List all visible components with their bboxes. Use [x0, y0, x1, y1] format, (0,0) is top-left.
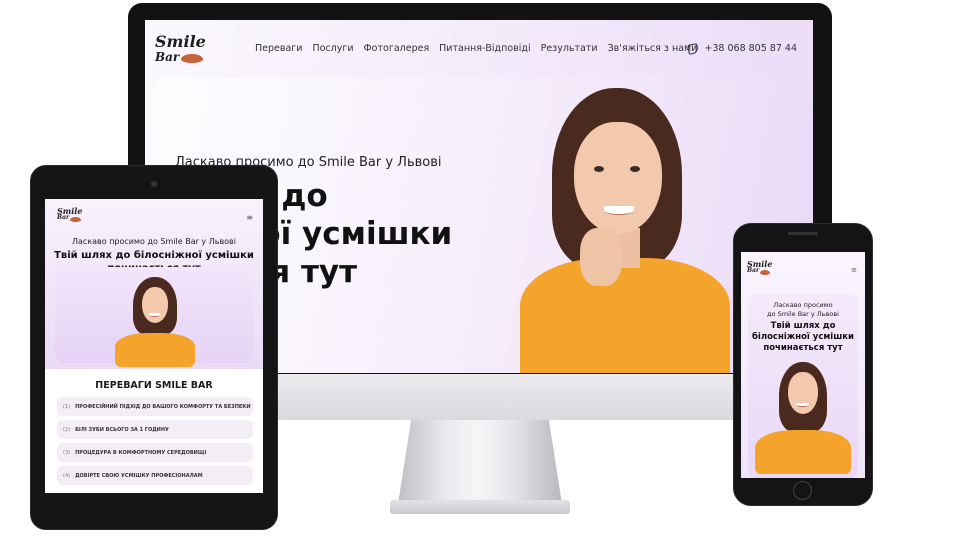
phone-speaker	[788, 232, 818, 235]
hero-title-line: починається тут	[763, 343, 843, 353]
logo-text-line2: Bar	[155, 50, 180, 64]
logo[interactable]: Smile Bar	[155, 34, 217, 70]
item-number: (3)	[63, 449, 71, 456]
mobile-logo[interactable]: Smile Bar	[747, 260, 779, 282]
mobile-hero-title: Твій шлях до білосніжної усмішки починає…	[741, 321, 865, 354]
hero-title-line: Твій шлях до білосніжної усмішки	[54, 250, 254, 261]
item-text: БІЛІ ЗУБИ ВСЬОГО ЗА 1 ГОДИНУ	[75, 426, 169, 433]
hamburger-menu-icon[interactable]: ≡	[246, 213, 253, 222]
tablet-hero-woman-image	[115, 277, 195, 367]
lips-icon	[760, 270, 770, 275]
tablet-screen: Smile Bar ≡ Ласкаво просимо до Smile Bar…	[45, 199, 263, 493]
list-item[interactable]: (4) ДОВІРТЕ СВОЮ УСМІШКУ ПРОФЕСІОНАЛАМ	[57, 466, 253, 485]
welcome-line: Ласкаво просимо	[773, 301, 833, 309]
mobile-hero-woman-image	[755, 362, 851, 474]
nav-item-faq[interactable]: Питання-Відповіді	[439, 43, 530, 54]
phone-icon	[687, 42, 700, 55]
hamburger-menu-icon[interactable]: ≡	[851, 266, 857, 274]
tablet-welcome-text: Ласкаво просимо до Smile Bar у Львові	[71, 237, 236, 246]
list-item[interactable]: (2) БІЛІ ЗУБИ ВСЬОГО ЗА 1 ГОДИНУ	[57, 420, 253, 439]
logo-text-line1: Smile	[155, 32, 206, 51]
hero-title-line: Твій шлях до	[770, 321, 836, 331]
advantages-section-title: ПЕРЕВАГИ SMILE BAR	[95, 380, 213, 391]
nav-item-contact[interactable]: Зв'яжіться з нами	[608, 43, 698, 54]
item-text: ПРОЦЕДУРА В КОМФОРТНОМУ СЕРЕДОВИЩІ	[75, 449, 207, 456]
lips-icon	[70, 217, 81, 222]
phone-home-button	[793, 481, 812, 500]
item-text: ПРОФЕСІЙНИЙ ПІДХІД ДО ВАШОГО КОМФОРТУ ТА…	[75, 403, 251, 410]
tablet-camera	[151, 181, 157, 187]
logo-text-line2: Bar	[747, 267, 760, 274]
nav-item-results[interactable]: Результати	[541, 43, 598, 54]
phone-link[interactable]: +38 068 805 87 44	[687, 42, 797, 55]
main-nav: Переваги Послуги Фотогалерея Питання-Від…	[255, 43, 697, 54]
tablet-logo[interactable]: Smile Bar	[57, 207, 97, 229]
nav-item-services[interactable]: Послуги	[312, 43, 353, 54]
mobile-welcome-text: Ласкаво просимо до Smile Bar у Львові	[741, 301, 865, 319]
phone-screen: Smile Bar ≡ Ласкаво просимо до Smile Bar…	[741, 252, 865, 478]
monitor-stand	[398, 420, 562, 504]
hero-title-line: білосніжної усмішки	[752, 332, 854, 342]
welcome-line: до Smile Bar у Львові	[767, 310, 839, 318]
item-number: (2)	[63, 426, 71, 433]
monitor-stand-base	[390, 500, 570, 514]
nav-item-gallery[interactable]: Фотогалерея	[364, 43, 430, 54]
advantages-list: (1) ПРОФЕСІЙНИЙ ПІДХІД ДО ВАШОГО КОМФОРТУ…	[57, 397, 253, 489]
item-number: (1)	[63, 403, 71, 410]
list-item[interactable]: (3) ПРОЦЕДУРА В КОМФОРТНОМУ СЕРЕДОВИЩІ	[57, 443, 253, 462]
list-item[interactable]: (1) ПРОФЕСІЙНИЙ ПІДХІД ДО ВАШОГО КОМФОРТУ…	[57, 397, 253, 416]
logo-text-line2: Bar	[57, 214, 70, 221]
phone-number: +38 068 805 87 44	[704, 43, 797, 54]
item-text: ДОВІРТЕ СВОЮ УСМІШКУ ПРОФЕСІОНАЛАМ	[75, 472, 203, 479]
nav-item-advantages[interactable]: Переваги	[255, 43, 302, 54]
lips-icon	[181, 54, 203, 63]
hero-woman-image	[520, 88, 730, 373]
item-number: (4)	[63, 472, 71, 479]
